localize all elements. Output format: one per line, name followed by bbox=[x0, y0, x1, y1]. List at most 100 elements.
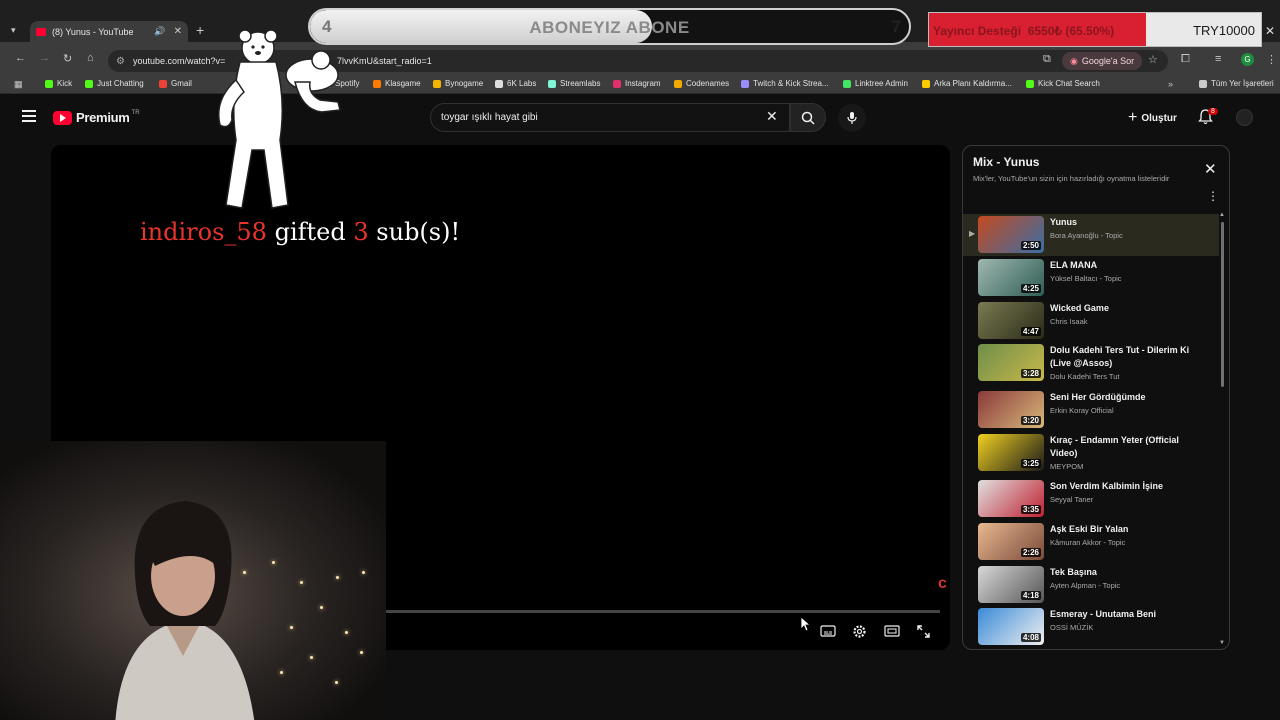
bookmark-item[interactable]: Bynogame bbox=[433, 79, 483, 88]
playlist-item[interactable]: 3:20 Seni Her Gördüğümde Erkin Koray Offic… bbox=[963, 389, 1219, 431]
playlist-item-title[interactable]: Tek Başına bbox=[1050, 566, 1190, 579]
playlist-more-icon[interactable]: ⋮ bbox=[1207, 190, 1219, 202]
bookmark-label: Linktree Admin bbox=[855, 79, 908, 88]
bookmark-item[interactable]: Twitch & Kick Strea... bbox=[741, 79, 829, 88]
webcam-person-silhouette bbox=[115, 501, 255, 720]
playlist-item[interactable]: 2:26 Aşk Eski Bir Yalan Kâmuran Akkor - To… bbox=[963, 521, 1219, 563]
playlist-item-title[interactable]: Dolu Kadehi Ters Tut - Dilerim Ki (Live … bbox=[1050, 344, 1190, 370]
bookmark-label: Tüm Yer İşaretleri bbox=[1211, 79, 1274, 88]
video-red-graphic: c bbox=[938, 575, 947, 592]
google-ask-button[interactable]: ◉ Google'a Sor bbox=[1062, 52, 1143, 70]
browser-menu-icon[interactable]: ⋮ bbox=[1266, 53, 1277, 66]
tab-close-icon[interactable]: ✕ bbox=[174, 26, 182, 37]
playlist-item[interactable]: 4:08 Esmeray - Unutama Beni OSSİ MÜZİK bbox=[963, 606, 1219, 648]
speaker-icon[interactable]: 🔊 bbox=[154, 26, 165, 37]
playlist-item-thumbnail[interactable]: 4:25 bbox=[978, 259, 1044, 296]
fullscreen-icon[interactable] bbox=[916, 624, 931, 639]
bookmark-item[interactable]: Codenames bbox=[674, 79, 729, 88]
forward-icon[interactable]: → bbox=[39, 52, 50, 64]
playlist-item[interactable]: 4:47 Wicked Game Chris Isaak bbox=[963, 300, 1219, 342]
browser-tab[interactable]: (8) Yunus - YouTube 🔊 ✕ bbox=[30, 21, 188, 42]
search-input[interactable]: toygar ışıklı hayat gibi bbox=[430, 103, 790, 132]
playlist-item-thumbnail[interactable]: 3:25 bbox=[978, 434, 1044, 471]
youtube-logo[interactable]: Premium TR bbox=[53, 110, 140, 125]
subscriber-goal-target: 7 bbox=[891, 17, 901, 36]
playlist-item-title[interactable]: Son Verdim Kalbimin İşine bbox=[1050, 480, 1190, 493]
extensions-icon[interactable]: ⧠ bbox=[1181, 53, 1190, 66]
bookmark-item[interactable]: Arka Planı Kaldırma... bbox=[922, 79, 1012, 88]
site-info-icon[interactable]: ⚙ bbox=[116, 56, 125, 67]
bookmark-item[interactable]: Streamlabs bbox=[548, 79, 600, 88]
bookmark-star-icon[interactable]: ☆ bbox=[1148, 53, 1158, 66]
scroll-up-arrow-icon[interactable]: ▲ bbox=[1219, 212, 1225, 218]
playlist-item-thumbnail[interactable]: 3:35 bbox=[978, 480, 1044, 517]
bookmark-item[interactable]: Linktree Admin bbox=[843, 79, 908, 88]
playlist-item[interactable]: 3:25 Kıraç - Endamın Yeter (Official Vide… bbox=[963, 432, 1219, 474]
bookmark-item[interactable]: Tüm Yer İşaretleri bbox=[1199, 79, 1274, 88]
playlist-item-thumbnail[interactable]: 3:20 bbox=[978, 391, 1044, 428]
playlist-item-title[interactable]: ELA MANA bbox=[1050, 259, 1190, 272]
subtitles-icon[interactable] bbox=[820, 624, 836, 638]
playlist-item-title[interactable]: Yunus bbox=[1050, 216, 1190, 229]
playlist-item-thumbnail[interactable]: 4:18 bbox=[978, 566, 1044, 603]
video-progress-bar[interactable] bbox=[385, 610, 940, 613]
settings-gear-icon[interactable] bbox=[852, 624, 867, 639]
media-control-icon[interactable]: ≡ bbox=[1215, 53, 1221, 65]
bookmark-item[interactable]: Just Chatting bbox=[85, 79, 144, 88]
playlist-item-duration: 2:26 bbox=[1020, 548, 1041, 557]
playlist-item-title[interactable]: Aşk Eski Bir Yalan bbox=[1050, 523, 1190, 536]
playlist-item-thumbnail[interactable]: 2:50 bbox=[978, 216, 1044, 253]
playlist-item-channel: Ayten Alpman - Topic bbox=[1050, 581, 1121, 590]
tab-search-chevron-icon[interactable]: ▾ bbox=[11, 25, 16, 36]
playlist-item-thumbnail[interactable]: 4:47 bbox=[978, 302, 1044, 339]
reload-icon[interactable]: ↻ bbox=[63, 52, 72, 65]
bookmark-favicon-icon bbox=[674, 79, 682, 88]
playlist-item-duration: 4:18 bbox=[1020, 591, 1041, 600]
bookmark-favicon-icon bbox=[548, 79, 556, 88]
bookmark-item[interactable]: Klasgame bbox=[373, 79, 421, 88]
youtube-country-code: TR bbox=[131, 110, 140, 116]
bookmark-favicon-icon bbox=[159, 79, 167, 88]
clear-search-icon[interactable]: ✕ bbox=[766, 108, 778, 125]
overlay-close-icon[interactable]: ✕ bbox=[1265, 24, 1275, 38]
bookmark-favicon-icon bbox=[45, 79, 53, 88]
bookmark-item[interactable]: 6K Labs bbox=[495, 79, 536, 88]
playlist-item-title[interactable]: Wicked Game bbox=[1050, 302, 1190, 315]
account-avatar[interactable] bbox=[1236, 109, 1253, 126]
playlist-item-title[interactable]: Kıraç - Endamın Yeter (Official Video) bbox=[1050, 434, 1190, 460]
playlist-item[interactable]: 4:18 Tek Başına Ayten Alpman - Topic bbox=[963, 564, 1219, 606]
install-app-icon[interactable]: ⧉ bbox=[1043, 53, 1051, 66]
playlist-item[interactable]: 3:35 Son Verdim Kalbimin İşine Seyyal Tane… bbox=[963, 478, 1219, 520]
playlist-item-thumbnail[interactable]: 2:26 bbox=[978, 523, 1044, 560]
playlist-item-channel: Yüksel Baltacı - Topic bbox=[1050, 274, 1122, 283]
home-icon[interactable]: ⌂ bbox=[87, 52, 94, 64]
playlist-item[interactable]: 4:25 ELA MANA Yüksel Baltacı - Topic bbox=[963, 257, 1219, 299]
create-button[interactable]: + Oluştur bbox=[1128, 109, 1177, 127]
bookmark-item[interactable]: Instagram bbox=[613, 79, 661, 88]
bookmarks-overflow-icon[interactable]: » bbox=[1168, 79, 1173, 89]
playlist-item-thumbnail[interactable]: 3:28 bbox=[978, 344, 1044, 381]
bookmark-favicon-icon bbox=[741, 79, 749, 88]
playlist-item-channel: Kâmuran Akkor - Topic bbox=[1050, 538, 1126, 547]
gift-alert-verb: gifted bbox=[274, 218, 346, 246]
playlist-item-title[interactable]: Esmeray - Unutama Beni bbox=[1050, 608, 1190, 621]
bookmark-item[interactable]: Kick Chat Search bbox=[1026, 79, 1100, 88]
playlist-item-thumbnail[interactable]: 4:08 bbox=[978, 608, 1044, 645]
playlist-item-duration: 3:25 bbox=[1020, 459, 1041, 468]
profile-avatar[interactable]: G bbox=[1241, 53, 1254, 66]
scroll-down-arrow-icon[interactable]: ▼ bbox=[1219, 640, 1225, 646]
theater-mode-icon[interactable] bbox=[884, 624, 900, 638]
back-icon[interactable]: ← bbox=[15, 52, 26, 64]
voice-search-button[interactable] bbox=[838, 104, 866, 132]
playlist-close-icon[interactable]: ✕ bbox=[1204, 160, 1217, 178]
create-label: Oluştur bbox=[1141, 112, 1177, 124]
hamburger-menu-icon[interactable] bbox=[22, 110, 36, 125]
playlist-scrollbar[interactable] bbox=[1221, 222, 1224, 387]
bookmark-item[interactable]: Gmail bbox=[159, 79, 192, 88]
playlist-item[interactable]: 3:28 Dolu Kadehi Ters Tut - Dilerim Ki (L… bbox=[963, 342, 1219, 384]
playlist-item[interactable]: ▶ 2:50 Yunus Bora Ayanoğlu - Topic bbox=[963, 214, 1219, 256]
search-button[interactable] bbox=[790, 103, 826, 132]
apps-grid-icon[interactable]: ▦ bbox=[14, 79, 23, 90]
playlist-item-title[interactable]: Seni Her Gördüğümde bbox=[1050, 391, 1190, 404]
bookmark-item[interactable]: Kick bbox=[45, 79, 72, 88]
